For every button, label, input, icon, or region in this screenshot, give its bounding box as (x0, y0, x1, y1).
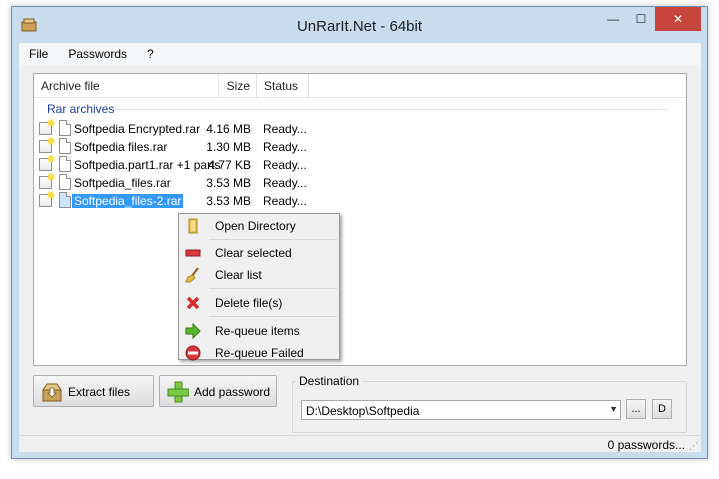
no-entry-icon (185, 345, 201, 361)
row-size: 3.53 MB (206, 194, 251, 208)
d-button[interactable]: D (652, 399, 672, 419)
destination-group: Destination D:\Desktop\Softpedia ▼ ... D (292, 374, 687, 433)
file-icon (59, 156, 71, 172)
table-row-selected[interactable]: Softpedia_files-2.rar 3.53 MB Ready... (34, 192, 334, 210)
file-icon (59, 138, 71, 154)
broom-icon (185, 267, 199, 283)
row-status: Ready... (263, 122, 307, 136)
arrow-right-icon (185, 323, 201, 339)
menu-passwords[interactable]: Passwords (66, 45, 129, 63)
context-menu: Open Directory Clear selected Clear list (178, 213, 340, 363)
browse-button[interactable]: ... (626, 399, 646, 419)
folder-icon (188, 218, 198, 234)
resize-grip-icon[interactable]: ⋰ (689, 441, 699, 451)
row-name: Softpedia Encrypted.rar (74, 122, 201, 136)
client-area: File Passwords ? Archive file Size Statu… (19, 43, 701, 452)
minimize-button[interactable]: — (599, 7, 627, 31)
sparkle-icon (48, 192, 54, 198)
row-size: 1.30 MB (206, 140, 251, 154)
row-size: 4.16 MB (206, 122, 251, 136)
menu-item-label: Clear list (215, 268, 262, 282)
menu-file[interactable]: File (27, 45, 50, 63)
row-name: Softpedia files.rar (74, 140, 168, 154)
column-size[interactable]: Size (219, 74, 257, 98)
menu-requeue-failed[interactable]: Re-queue Failed (181, 343, 337, 363)
destination-value: D:\Desktop\Softpedia (306, 404, 420, 418)
add-password-label: Add password (194, 385, 271, 399)
row-status: Ready... (263, 176, 307, 190)
menu-item-label: Delete file(s) (215, 296, 283, 310)
column-status[interactable]: Status (257, 74, 309, 98)
extract-files-button[interactable]: Extract files (33, 375, 154, 407)
delete-x-icon (186, 296, 200, 310)
menu-delete-files[interactable]: Delete file(s) (181, 293, 337, 313)
password-count-status: 0 passwords... (607, 438, 685, 452)
sparkle-icon (48, 174, 54, 180)
status-bar: 0 passwords... ⋰ (19, 435, 701, 452)
app-window: UnRarIt.Net - 64bit — ☐ ✕ File Passwords… (11, 6, 708, 459)
destination-combo[interactable]: D:\Desktop\Softpedia ▼ (301, 400, 621, 420)
table-row[interactable]: Softpedia files.rar 1.30 MB Ready... (34, 138, 334, 156)
menu-clear-list[interactable]: Clear list (181, 265, 337, 285)
group-divider (114, 109, 668, 110)
file-icon (59, 192, 71, 208)
maximize-icon: ☐ (635, 12, 647, 26)
column-archive-file[interactable]: Archive file (34, 74, 219, 98)
minus-icon (185, 249, 201, 257)
row-status: Ready... (263, 158, 307, 172)
menu-item-label: Re-queue Failed (215, 346, 304, 360)
chevron-down-icon[interactable]: ▼ (609, 404, 618, 414)
menu-bar: File Passwords ? (19, 43, 701, 65)
table-row[interactable]: Softpedia Encrypted.rar 4.16 MB Ready... (34, 120, 334, 138)
title-bar[interactable]: UnRarIt.Net - 64bit — ☐ ✕ (12, 7, 707, 43)
extract-files-label: Extract files (68, 385, 131, 399)
menu-clear-selected[interactable]: Clear selected (181, 243, 337, 263)
row-name: Softpedia_files-2.rar (70, 193, 185, 209)
maximize-button[interactable]: ☐ (627, 7, 655, 31)
menu-separator (209, 239, 337, 240)
menu-requeue-items[interactable]: Re-queue items (181, 321, 337, 341)
close-icon: ✕ (672, 12, 684, 26)
list-header: Archive file Size Status (34, 74, 686, 98)
sparkle-icon (48, 120, 54, 126)
row-status: Ready... (263, 194, 307, 208)
row-size: 3.53 MB (206, 176, 251, 190)
row-name: Softpedia_files.rar (74, 176, 171, 190)
menu-separator (209, 288, 337, 289)
file-icon (59, 174, 71, 190)
table-row[interactable]: Softpedia.part1.rar +1 parts 4.77 KB Rea… (34, 156, 334, 174)
row-name: Softpedia.part1.rar +1 parts (74, 158, 221, 172)
menu-item-label: Clear selected (215, 246, 292, 260)
close-button[interactable]: ✕ (655, 7, 701, 31)
menu-help[interactable]: ? (145, 45, 156, 63)
group-header[interactable]: Rar archives (47, 102, 114, 116)
minimize-icon: — (607, 12, 619, 26)
row-size: 4.77 KB (208, 158, 251, 172)
table-row[interactable]: Softpedia_files.rar 3.53 MB Ready... (34, 174, 334, 192)
add-password-button[interactable]: Add password (159, 375, 277, 407)
destination-label: Destination (296, 374, 363, 388)
menu-item-label: Open Directory (215, 219, 296, 233)
menu-open-directory[interactable]: Open Directory (181, 216, 337, 236)
sparkle-icon (48, 156, 54, 162)
menu-item-label: Re-queue items (215, 324, 300, 338)
file-icon (59, 120, 71, 136)
sparkle-icon (48, 138, 54, 144)
row-status: Ready... (263, 140, 307, 154)
archive-list[interactable]: Archive file Size Status Rar archives So… (33, 73, 687, 366)
plus-icon (167, 381, 189, 403)
extract-box-icon (42, 383, 62, 402)
menu-separator (209, 316, 337, 317)
